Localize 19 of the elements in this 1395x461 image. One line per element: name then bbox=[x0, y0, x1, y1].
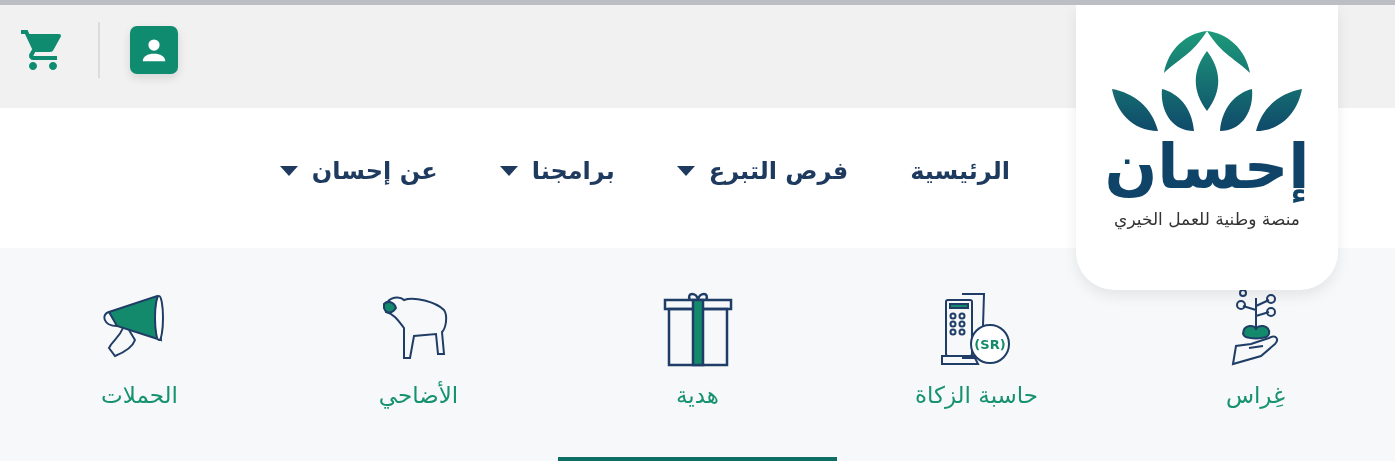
nav-link[interactable]: عن إحسان bbox=[279, 157, 438, 185]
category-tab[interactable]: الأضاحي bbox=[279, 286, 558, 461]
nav-link[interactable]: برامجنا bbox=[499, 157, 615, 185]
category-tab[interactable]: غِراس bbox=[1116, 286, 1395, 461]
account-button[interactable] bbox=[130, 25, 178, 74]
category-label: غِراس bbox=[1225, 382, 1286, 408]
nav-link[interactable]: فرص التبرع bbox=[676, 157, 849, 185]
category-label: هدية bbox=[676, 382, 719, 408]
category-label: الأضاحي bbox=[378, 382, 459, 408]
currency-label: (SR) bbox=[973, 337, 1006, 352]
calculator-coin-icon bbox=[940, 293, 1010, 365]
category-tab[interactable]: هدية bbox=[558, 286, 837, 461]
logo-wordmark: إحسان bbox=[1104, 129, 1310, 205]
leaves-logo-icon bbox=[1112, 31, 1302, 131]
category-label: حاسبة الزكاة bbox=[914, 382, 1039, 408]
category-tab[interactable]: الحملات bbox=[0, 286, 279, 461]
category-label: الحملات bbox=[101, 382, 178, 408]
nav-link[interactable]: الرئيسية bbox=[910, 157, 1010, 185]
logo-tagline: منصة وطنية للعمل الخيري bbox=[1114, 208, 1300, 229]
